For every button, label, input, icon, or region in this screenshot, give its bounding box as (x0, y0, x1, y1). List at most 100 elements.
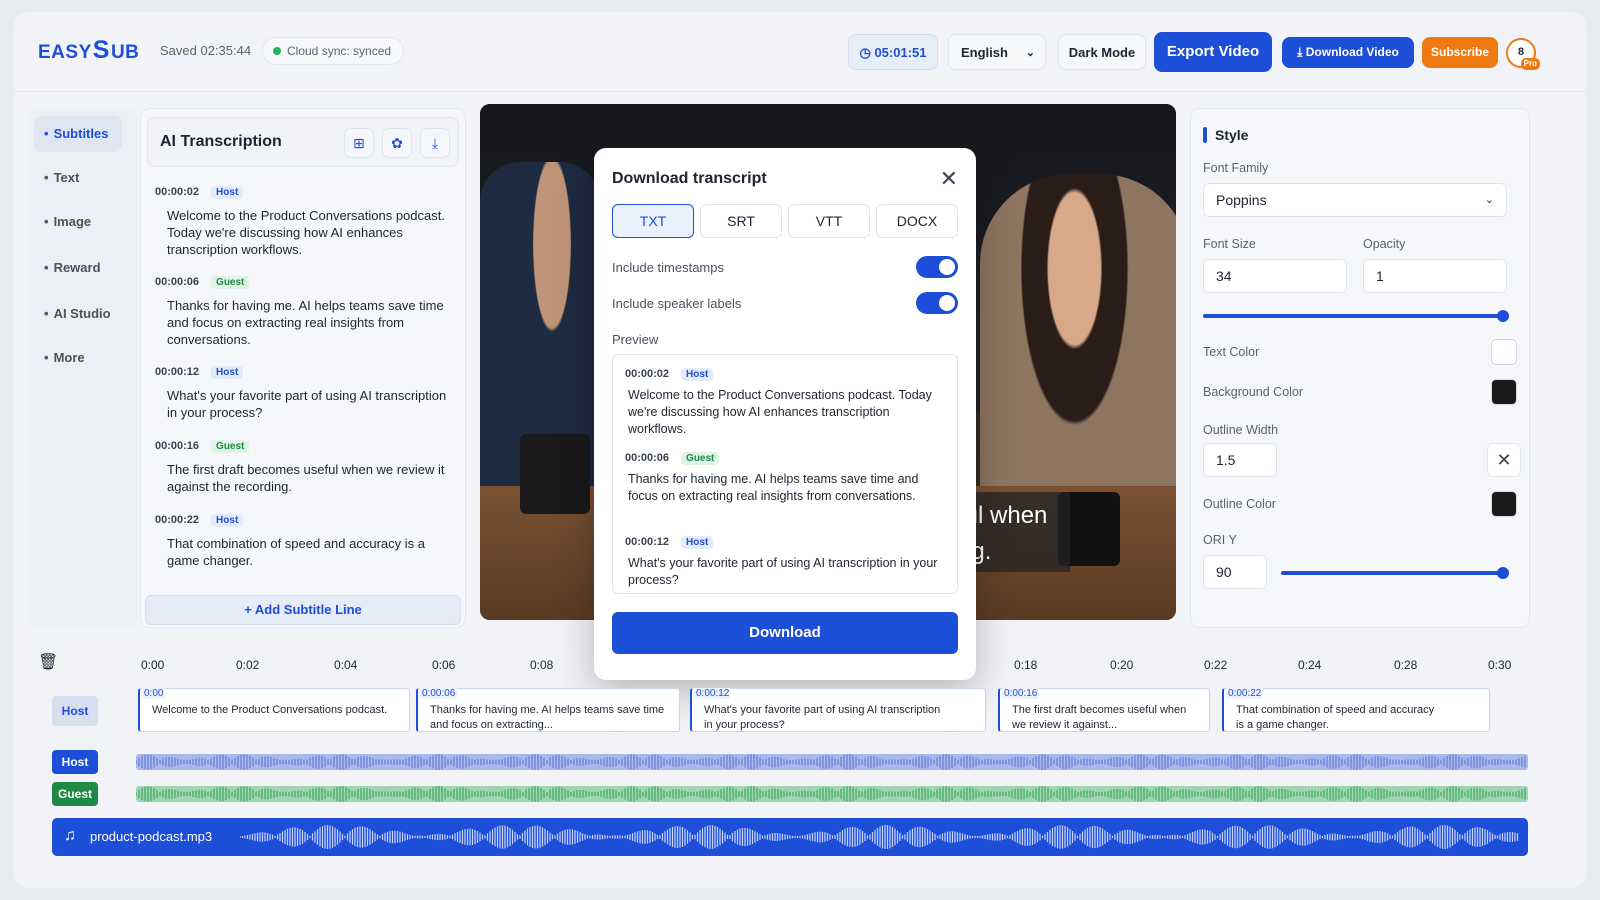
entry-text: Thanks for having me. AI helps teams sav… (167, 298, 444, 347)
audio-waveform (240, 825, 1519, 849)
outline-width-label: Outline Width (1203, 423, 1279, 437)
text-color-label: Text Color (1203, 345, 1260, 359)
transcript-entry[interactable]: 00:00:02 Host Welcome to the Product Conv… (155, 183, 455, 258)
entry-timestamp: 00:00:02 (625, 368, 670, 380)
transcript-entry[interactable]: 00:00:16 Guest The first draft becomes us… (155, 437, 455, 495)
host-track-label[interactable]: Host (52, 750, 98, 774)
ori-y-input[interactable]: 90 (1203, 555, 1267, 589)
time-tick: 0:04 (334, 658, 358, 672)
close-icon[interactable]: ✕ (940, 166, 958, 192)
subtitle-clip[interactable]: 0:00:22 That combination of speed and acc… (1222, 688, 1490, 732)
transcript-entry[interactable]: 00:00:22 Host That combination of speed a… (155, 511, 455, 569)
subtitle-clip[interactable]: 0:00:16 The first draft becomes useful wh… (998, 688, 1210, 732)
trash-icon[interactable]: 🗑 (38, 652, 58, 672)
avatar[interactable]: 8 Pro (1506, 38, 1540, 70)
close-icon[interactable]: ✕ (1487, 443, 1521, 477)
guest-track-label[interactable]: Guest (52, 782, 98, 806)
sidebar-item-text[interactable]: • Text (34, 160, 122, 196)
entry-timestamp: 00:00:02 (155, 186, 200, 198)
subtitle-track-label[interactable]: Host (52, 696, 98, 726)
outline-color-label: Outline Color (1203, 497, 1276, 511)
font-size-slider[interactable] (1203, 314, 1503, 318)
time-tick: 0:20 (1110, 658, 1134, 672)
sidebar-item-more[interactable]: • More (34, 340, 122, 376)
add-subtitle-line-button[interactable]: + Add Subtitle Line (145, 595, 461, 625)
transcript-entry[interactable]: 00:00:12 Host What's your favorite part o… (155, 363, 455, 421)
format-tab-vtt[interactable]: VTT (788, 204, 870, 238)
entry-timestamp: 00:00:22 (155, 514, 200, 526)
sidebar-item-ai-studio[interactable]: • AI Studio (34, 296, 122, 332)
subtitle-clip[interactable]: 0:00:12 What's your favorite part of usin… (690, 688, 986, 732)
chevron-down-icon: ⌄ (1484, 194, 1494, 206)
clip-text: Thanks for having me. AI helps teams sav… (430, 704, 665, 731)
entry-timestamp: 00:00:06 (155, 276, 200, 288)
subtitle-clip[interactable]: 0:00 Welcome to the Product Conversations… (138, 688, 410, 732)
export-video-button[interactable]: Export Video (1154, 32, 1272, 72)
time-tick: 0:30 (1488, 658, 1512, 672)
clip-time: 0:00:22 (1226, 688, 1264, 699)
clip-time: 0:00:12 (694, 688, 732, 699)
outline-color-swatch[interactable] (1491, 491, 1517, 517)
download-icon[interactable]: ⤓ (420, 128, 450, 158)
top-header: EASYSUB Saved 02:35:44 Cloud sync: synce… (14, 12, 1586, 92)
audio-track[interactable]: ♫ product-podcast.mp3 (52, 818, 1528, 856)
time-tick: 0:00 (141, 658, 165, 672)
transcript-preview[interactable]: 00:00:02 Host Welcome to the Product Conv… (612, 354, 958, 594)
speaker-tag: Host (211, 366, 244, 379)
transcript-entry[interactable]: 00:00:06 Guest Thanks for having me. AI h… (155, 273, 455, 348)
ori-y-slider[interactable] (1281, 571, 1503, 575)
opacity-label: Opacity (1363, 237, 1406, 251)
clip-text: The first draft becomes useful when we r… (1012, 704, 1187, 731)
grid-icon[interactable]: ⊞ (344, 128, 374, 158)
ori-y-slider-handle[interactable] (1497, 567, 1509, 579)
background-color-swatch[interactable] (1491, 379, 1517, 405)
download-transcript-dialog: Download transcript ✕ TXT SRT VTT DOCX I… (594, 148, 976, 680)
speaker-tag: Guest (211, 276, 250, 289)
sidebar-nav: • Subtitles • Text • Image • Reward • AI Stud… (28, 108, 138, 628)
download-icon: ⤓ (1297, 45, 1306, 59)
font-size-slider-handle[interactable] (1497, 310, 1509, 322)
sync-dot-icon (273, 47, 281, 55)
entry-text: Thanks for having me. AI helps teams sav… (628, 472, 919, 503)
text-color-swatch[interactable] (1491, 339, 1517, 365)
language-select[interactable]: English ⌄ (948, 34, 1046, 70)
entry-text: The first draft becomes useful when we r… (167, 462, 445, 494)
outline-width-input[interactable]: 1.5 (1203, 443, 1277, 477)
entry-timestamp: 00:00:12 (155, 366, 200, 378)
timer-button[interactable]: ◷ 05:01:51 (848, 34, 938, 70)
clock-icon: ◷ (859, 45, 875, 60)
dark-mode-button[interactable]: Dark Mode (1058, 34, 1146, 70)
format-tab-txt[interactable]: TXT (612, 204, 694, 238)
timeline: 🗑 0:00 0:02 0:04 0:06 0:08 0:18 0:20 0:2… (28, 642, 1548, 878)
font-family-select[interactable]: Poppins ⌄ (1203, 183, 1507, 217)
clip-time: 0:00:06 (420, 688, 458, 699)
host-waveform[interactable] (136, 754, 1528, 770)
font-size-input[interactable]: 34 (1203, 259, 1347, 293)
speaker-tag: Guest (211, 440, 250, 453)
saved-status: Saved 02:35:44 (160, 43, 252, 58)
time-tick: 0:18 (1014, 658, 1038, 672)
speaker-tag: Guest (681, 452, 720, 465)
sidebar-item-subtitles[interactable]: • Subtitles (34, 116, 122, 152)
palette-icon[interactable]: ✿ (382, 128, 412, 158)
subtitle-clip[interactable]: 0:00:06 Thanks for having me. AI helps te… (416, 688, 680, 732)
transcription-header: AI Transcription ⊞ ✿ ⤓ (147, 117, 459, 167)
speakers-toggle[interactable] (916, 292, 958, 314)
timestamps-toggle[interactable] (916, 256, 958, 278)
guest-waveform[interactable] (136, 786, 1528, 802)
time-tick: 0:06 (432, 658, 456, 672)
entry-text: That combination of speed and accuracy i… (167, 536, 425, 568)
format-tab-docx[interactable]: DOCX (876, 204, 958, 238)
timestamps-label: Include timestamps (612, 260, 724, 275)
download-video-button[interactable]: ⤓ Download Video (1282, 37, 1414, 68)
time-tick: 0:08 (530, 658, 554, 672)
ori-y-label: ORI Y (1203, 533, 1237, 547)
entry-timestamp: 00:00:12 (625, 536, 670, 548)
opacity-input[interactable]: 1 (1363, 259, 1507, 293)
subscribe-button[interactable]: Subscribe (1422, 37, 1498, 68)
format-tab-srt[interactable]: SRT (700, 204, 782, 238)
sidebar-item-reward[interactable]: • Reward (34, 250, 122, 286)
pro-badge: Pro (1520, 58, 1540, 70)
sidebar-item-image[interactable]: • Image (34, 204, 122, 240)
chevron-down-icon: ⌄ (1025, 47, 1035, 59)
